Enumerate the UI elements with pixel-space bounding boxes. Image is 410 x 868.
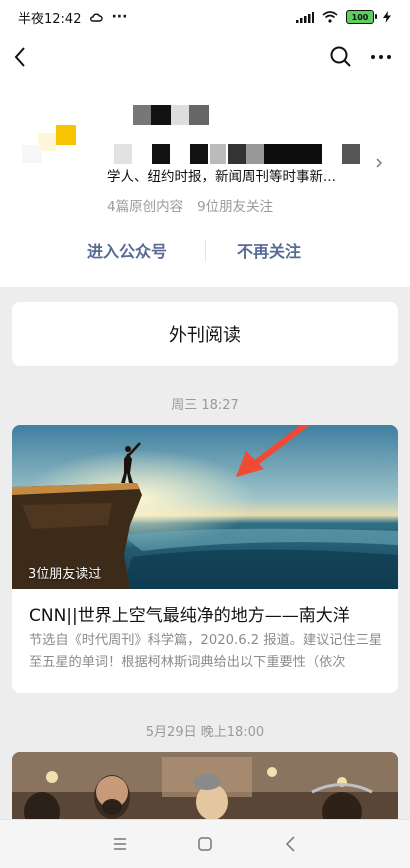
article-summary: 节选自《时代周刊》科学篇，2020.6.2 报道。建议记住三星至五星的单词！根据…: [29, 633, 383, 670]
home-button[interactable]: [195, 834, 215, 854]
battery-level: 100: [351, 12, 369, 22]
search-button[interactable]: [328, 44, 354, 70]
notification-dots: ···: [111, 9, 128, 25]
cloud-icon: [90, 13, 104, 22]
avatar[interactable]: [18, 123, 78, 183]
wifi-icon: [322, 11, 338, 23]
menu-icon: [114, 838, 126, 850]
article-card[interactable]: 3位朋友读过 CNN||世界上空气最纯净的地方——南大洋 节选自《时代周刊》科学…: [12, 425, 398, 693]
system-nav-bar: [0, 819, 410, 868]
account-stats: 4篇原创内容 9位朋友关注: [107, 195, 273, 215]
search-icon: [330, 46, 351, 67]
unfollow-button[interactable]: 不再关注: [237, 238, 301, 262]
profile-actions: 进入公众号 不再关注: [0, 230, 410, 270]
post-date: 5月29日 晚上18:00: [145, 725, 265, 740]
home-icon: [198, 837, 212, 851]
divider: [205, 240, 206, 262]
article-title: CNN||世界上空气最纯净的地方——南大洋: [29, 606, 350, 626]
friends-following: 9位朋友关注: [197, 199, 274, 215]
back-icon: [285, 836, 295, 852]
account-description[interactable]: 学人、纽约时报，新闻周刊等时事新...: [107, 165, 362, 185]
featured-title: 外刊阅读: [169, 325, 241, 346]
back-button[interactable]: [10, 44, 34, 70]
nav-bar: [0, 34, 410, 80]
more-options-button[interactable]: [366, 44, 396, 70]
post-date: 周三 18:27: [171, 398, 239, 413]
system-back-button[interactable]: [281, 834, 301, 854]
original-count: 4篇原创内容: [107, 199, 184, 215]
status-bar: 半夜12:42 ··· 100: [0, 0, 410, 34]
recent-apps-button[interactable]: [110, 834, 130, 854]
status-time: 半夜12:42: [18, 11, 82, 27]
enter-account-button[interactable]: 进入公众号: [87, 238, 167, 262]
chevron-right-icon[interactable]: [374, 156, 384, 170]
featured-card[interactable]: 外刊阅读: [12, 302, 398, 366]
signal-icon: [296, 12, 314, 23]
battery-icon: 100: [346, 10, 377, 24]
more-icon: [371, 55, 391, 59]
friends-read-badge: 3位朋友读过: [28, 567, 102, 582]
chevron-left-icon: [14, 47, 25, 67]
profile-header: 学人、纽约时报，新闻周刊等时事新... 4篇原创内容 9位朋友关注 进入公众号 …: [0, 80, 410, 287]
charging-icon: [383, 11, 391, 23]
